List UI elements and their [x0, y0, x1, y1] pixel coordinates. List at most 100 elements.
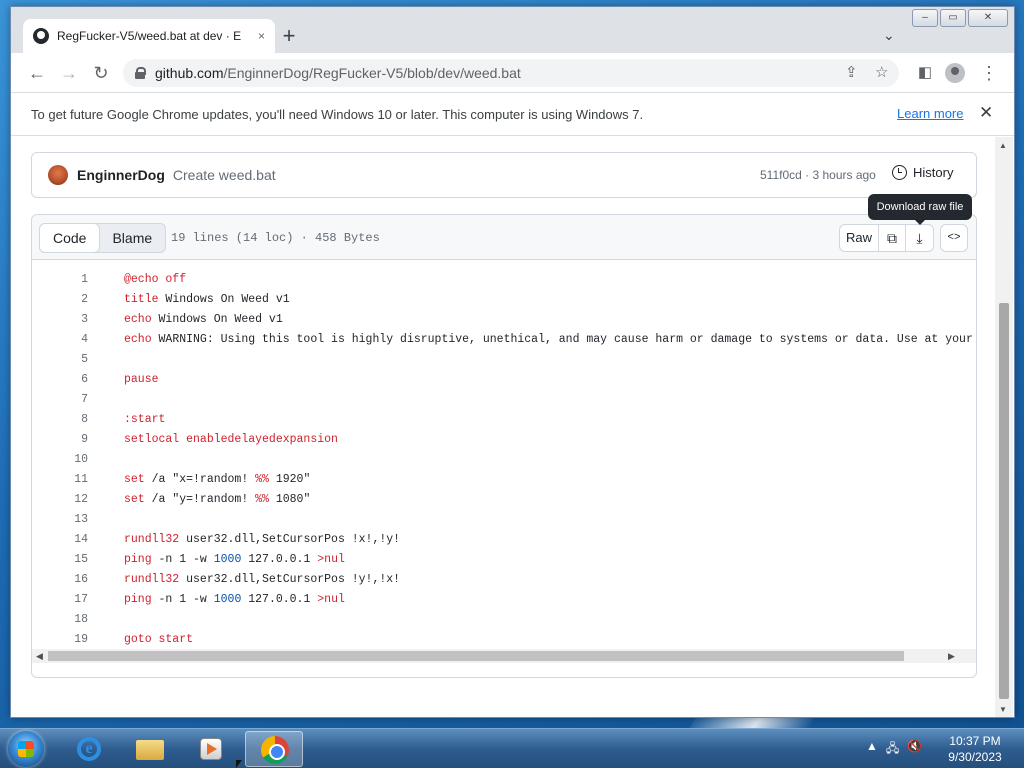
commit-message[interactable]: Create weed.bat — [173, 167, 276, 183]
volume-muted-icon[interactable]: 🔇 — [907, 739, 922, 760]
raw-button[interactable]: Raw — [840, 225, 880, 251]
scroll-right-arrow-icon[interactable]: ▶ — [948, 649, 955, 663]
line-number[interactable]: 2 — [32, 293, 88, 306]
line-number[interactable]: 15 — [32, 553, 88, 566]
line-number[interactable]: 12 — [32, 493, 88, 506]
line-number[interactable]: 18 — [32, 613, 88, 626]
minimize-button[interactable]: – — [912, 9, 938, 27]
forward-arrow-icon[interactable]: → — [57, 61, 81, 85]
scroll-left-arrow-icon[interactable]: ◀ — [36, 649, 43, 663]
line-number[interactable]: 10 — [32, 453, 88, 466]
start-button[interactable] — [8, 731, 44, 767]
tab-search-chevron-icon[interactable]: ⌄ — [883, 27, 895, 44]
code-line: 6 pause — [32, 369, 976, 389]
file-header: Code Blame 19 lines (14 loc) · 458 Bytes… — [32, 215, 976, 260]
tab-code[interactable]: Code — [39, 223, 101, 253]
back-arrow-icon[interactable]: ← — [25, 61, 49, 85]
url-path: /EnginnerDog/RegFucker-V5/blob/dev/weed.… — [223, 65, 521, 81]
vertical-scrollbar[interactable]: ▲ ▼ — [995, 137, 1013, 717]
reload-icon[interactable]: ↻ — [89, 61, 113, 85]
media-player-icon — [200, 738, 222, 760]
code-text: pause — [124, 372, 159, 386]
code-text: set /a "y=!random! %% 1080" — [124, 492, 311, 506]
line-number[interactable]: 1 — [32, 273, 88, 286]
internet-explorer-icon: e — [77, 737, 101, 761]
line-number[interactable]: 3 — [32, 313, 88, 326]
code-text: ping -n 1 -w 1000 127.0.0.1 >nul — [124, 592, 345, 606]
history-label: History — [913, 165, 954, 180]
code-line: 19 goto start — [32, 629, 976, 646]
line-number[interactable]: 13 — [32, 513, 88, 526]
code-text: echo WARNING: Using this tool is highly … — [124, 332, 976, 346]
line-number[interactable]: 4 — [32, 333, 88, 346]
infobar-close-icon[interactable]: ✕ — [979, 103, 993, 123]
close-window-button[interactable]: ✕ — [968, 9, 1008, 27]
line-number[interactable]: 14 — [32, 533, 88, 546]
code-line: 17 ping -n 1 -w 1000 127.0.0.1 >nul — [32, 589, 976, 609]
network-icon[interactable]: 🖧 — [886, 739, 899, 760]
line-number[interactable]: 7 — [32, 393, 88, 406]
infobar-message: To get future Google Chrome updates, you… — [31, 107, 644, 122]
download-tooltip: Download raw file — [868, 194, 972, 225]
code-line: 13 — [32, 509, 976, 529]
view-toggle: Code Blame — [39, 223, 167, 253]
lock-icon[interactable] — [135, 67, 146, 79]
code-line: 4 echo WARNING: Using this tool is highly… — [32, 329, 976, 349]
address-bar[interactable]: github.com/EnginnerDog/RegFucker-V5/blob… — [123, 59, 899, 87]
folder-icon — [136, 740, 164, 760]
code-line: 12 set /a "y=!random! %% 1080" — [32, 489, 976, 509]
clock-date: 9/30/2023 — [948, 750, 1002, 764]
vertical-scroll-thumb[interactable] — [999, 303, 1009, 699]
side-panel-icon[interactable]: ◧ — [913, 61, 937, 85]
browser-tab[interactable]: RegFucker-V5/weed.bat at dev · E × — [23, 19, 275, 53]
show-hidden-icons-arrow-icon[interactable]: ▲ — [866, 739, 878, 760]
chrome-icon — [261, 736, 289, 764]
commit-author[interactable]: EnginnerDog — [77, 167, 165, 183]
code-line: 15 ping -n 1 -w 1000 127.0.0.1 >nul — [32, 549, 976, 569]
copy-icon[interactable]: ⧉ — [879, 225, 907, 251]
code-line: 5 — [32, 349, 976, 369]
latest-commit-box: EnginnerDog Create weed.bat 511f0cd · 3 … — [31, 152, 977, 198]
clock-time: 10:37 PM — [949, 734, 1001, 748]
line-number[interactable]: 19 — [32, 633, 88, 646]
line-number[interactable]: 17 — [32, 593, 88, 606]
code-line: 11 set /a "x=!random! %% 1920" — [32, 469, 976, 489]
taskbar-file-explorer[interactable] — [121, 731, 179, 767]
taskbar-chrome[interactable] — [245, 731, 303, 767]
learn-more-link[interactable]: Learn more — [897, 106, 963, 121]
scroll-up-arrow-icon[interactable]: ▲ — [999, 141, 1007, 150]
tab-strip: RegFucker-V5/weed.bat at dev · E × + ⌄ –… — [11, 7, 1014, 53]
line-number[interactable]: 8 — [32, 413, 88, 426]
taskbar-internet-explorer[interactable]: e — [60, 731, 118, 767]
code-text: rundll32 user32.dll,SetCursorPos !y!,!x! — [124, 572, 401, 586]
symbols-panel-icon[interactable]: <> — [940, 224, 968, 252]
line-number[interactable]: 5 — [32, 353, 88, 366]
taskbar-clock[interactable]: 10:37 PM 9/30/2023 — [940, 733, 1010, 765]
code-text: rundll32 user32.dll,SetCursorPos !x!,!y! — [124, 532, 401, 546]
line-number[interactable]: 16 — [32, 573, 88, 586]
code-line: 8 :start — [32, 409, 976, 429]
tab-close-icon[interactable]: × — [258, 29, 265, 43]
horizontal-scrollbar[interactable]: ◀ ▶ — [32, 649, 976, 663]
code-text: set /a "x=!random! %% 1920" — [124, 472, 311, 486]
code-line: 1 @echo off — [32, 269, 976, 289]
tab-blame[interactable]: Blame — [99, 224, 165, 252]
author-avatar[interactable] — [48, 165, 68, 185]
code-text: :start — [124, 412, 166, 426]
chrome-menu-icon[interactable]: ⋮ — [977, 61, 1001, 85]
taskbar: e ▲ 🖧 🔇 10:37 PM 9/30/2023 — [0, 728, 1024, 768]
taskbar-media-player[interactable] — [182, 731, 240, 767]
line-number[interactable]: 9 — [32, 433, 88, 446]
horizontal-scroll-thumb[interactable] — [48, 651, 904, 661]
new-tab-button[interactable]: + — [275, 23, 303, 51]
bookmark-star-icon[interactable]: ☆ — [875, 63, 888, 81]
chrome-window: RegFucker-V5/weed.bat at dev · E × + ⌄ –… — [10, 6, 1015, 718]
maximize-button[interactable]: ▭ — [940, 9, 966, 27]
code-text: @echo off — [124, 272, 187, 286]
share-icon[interactable]: ⇪ — [845, 63, 858, 81]
line-number[interactable]: 6 — [32, 373, 88, 386]
profile-avatar-icon[interactable] — [945, 63, 965, 83]
scroll-down-arrow-icon[interactable]: ▼ — [999, 705, 1007, 714]
line-number[interactable]: 11 — [32, 473, 88, 486]
history-button[interactable]: History — [892, 165, 953, 180]
